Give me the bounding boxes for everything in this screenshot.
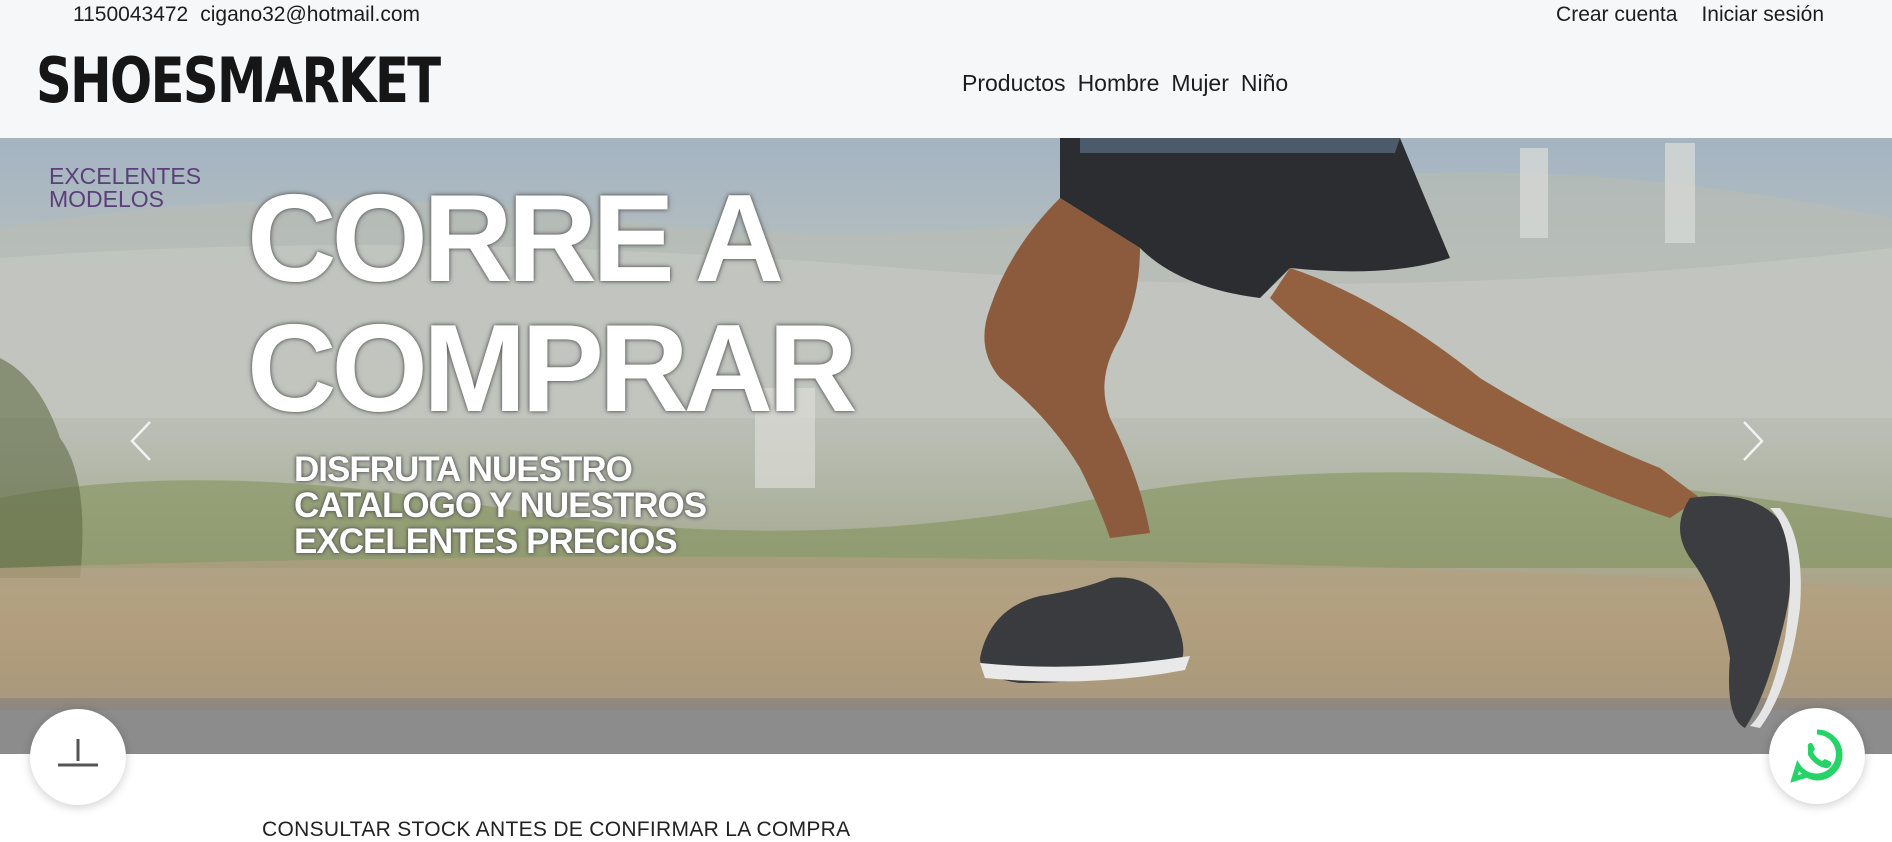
hero-carousel[interactable]: EXCELENTES MODELOS CORRE A COMPRAR DISFR… bbox=[0, 138, 1892, 754]
phone-number[interactable]: 1150043472 bbox=[73, 3, 188, 27]
site-header: 1150043472 cigano32@hotmail.com Crear cu… bbox=[0, 0, 1892, 138]
email-address[interactable]: cigano32@hotmail.com bbox=[200, 3, 420, 27]
scroll-up-button[interactable] bbox=[30, 709, 126, 805]
nav-item-nino[interactable]: Niño bbox=[1241, 70, 1288, 97]
contact-info: 1150043472 cigano32@hotmail.com bbox=[73, 3, 420, 27]
whatsapp-button[interactable] bbox=[1769, 708, 1865, 804]
headline-line: COMPRAR bbox=[247, 300, 858, 438]
main-nav: Productos Hombre Mujer Niño bbox=[962, 70, 1288, 97]
nav-item-productos[interactable]: Productos bbox=[962, 70, 1066, 97]
nav-item-hombre[interactable]: Hombre bbox=[1078, 70, 1160, 97]
chevron-right-icon bbox=[1743, 421, 1764, 461]
login-link[interactable]: Iniciar sesión bbox=[1701, 3, 1824, 27]
create-account-link[interactable]: Crear cuenta bbox=[1556, 3, 1677, 27]
carousel-next-button[interactable] bbox=[1732, 416, 1772, 466]
subtitle-line: DISFRUTA NUESTRO bbox=[294, 450, 633, 489]
hero-badge: EXCELENTES MODELOS bbox=[49, 165, 201, 211]
badge-line: MODELOS bbox=[49, 186, 165, 212]
chevron-left-icon bbox=[130, 421, 151, 461]
hero-subtitle: DISFRUTA NUESTRO CATALOGO Y NUESTROS EXC… bbox=[294, 450, 707, 561]
subtitle-line: EXCELENTES PRECIOS bbox=[294, 522, 678, 561]
site-logo[interactable]: SHOESMARKET bbox=[36, 44, 441, 118]
hero-headline: CORRE A COMPRAR bbox=[247, 170, 858, 438]
subtitle-line: CATALOGO Y NUESTROS bbox=[294, 486, 707, 525]
nav-item-mujer[interactable]: Mujer bbox=[1171, 70, 1229, 97]
account-links: Crear cuenta Iniciar sesión bbox=[1556, 3, 1824, 27]
stock-notice: CONSULTAR STOCK ANTES DE CONFIRMAR LA CO… bbox=[262, 818, 851, 841]
badge-line: EXCELENTES bbox=[49, 163, 202, 189]
whatsapp-icon bbox=[1790, 729, 1843, 783]
headline-line: CORRE A bbox=[247, 170, 784, 308]
upload-icon bbox=[58, 739, 98, 767]
carousel-prev-button[interactable] bbox=[122, 416, 162, 466]
